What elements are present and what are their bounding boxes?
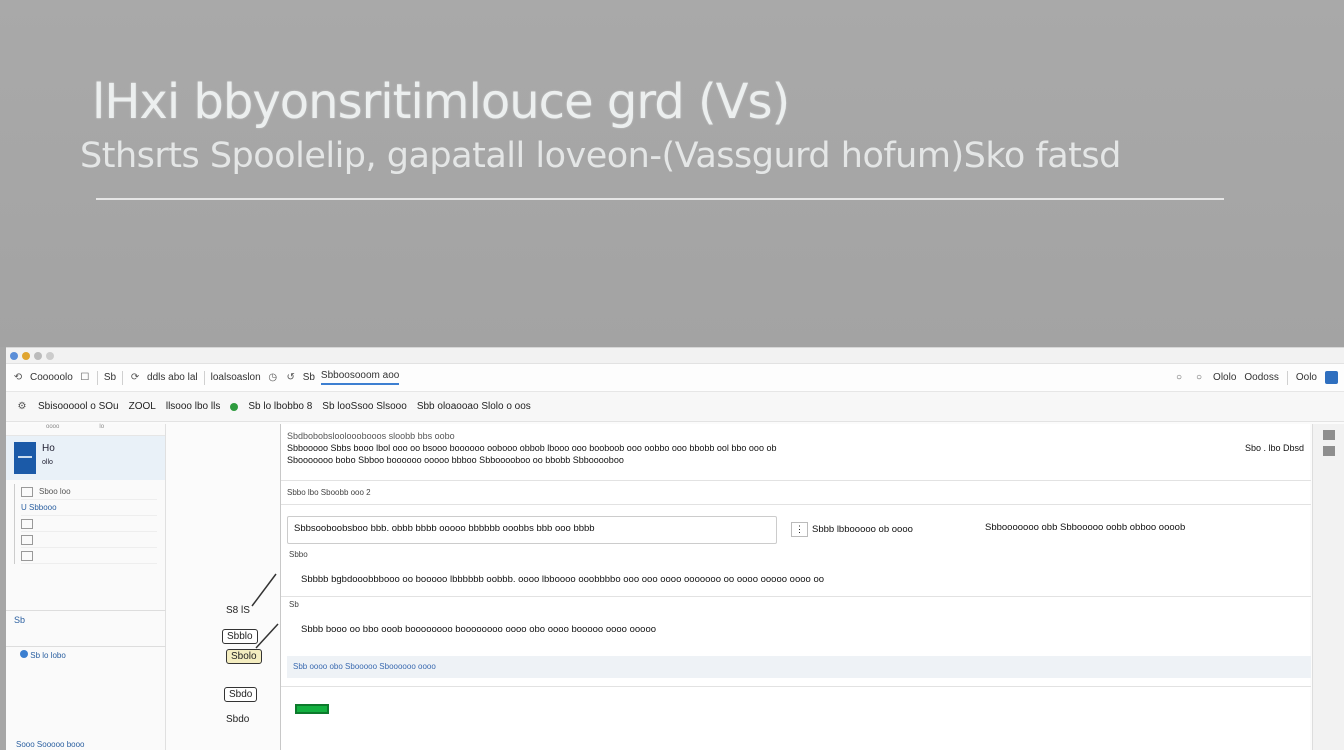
subbar-item-2[interactable]: llsooo lbo lls	[166, 401, 220, 412]
divider	[281, 686, 1311, 687]
back-icon[interactable]: ⟲	[12, 372, 24, 384]
left-row[interactable]	[21, 532, 157, 548]
app-window: ⟲ Cooooolo ☐ Sb ⟳ ddls abo lal loalsoasl…	[6, 347, 1344, 750]
window-icon	[10, 351, 18, 360]
toolbar-separator	[122, 370, 124, 385]
subbar-item-0[interactable]: Sbisoooool o SOu	[38, 401, 119, 412]
scroll-up-icon[interactable]	[1322, 430, 1335, 440]
left-section-label: Sb	[14, 615, 26, 625]
left-section-row[interactable]: Sb lo lobo	[6, 646, 166, 664]
thumbnail-title: Ho	[42, 443, 55, 454]
toolbar-item-4[interactable]: Sb	[303, 372, 315, 383]
subbar-item-3[interactable]: Sb lo lbobbo 8	[248, 401, 312, 412]
toolbar-item-2[interactable]: ddls abo lal	[147, 372, 198, 383]
divider	[281, 480, 1311, 481]
selected-thumbnail-row[interactable]: Ho ollo	[6, 436, 165, 480]
left-tree: Sboo loo U Sbbooo	[14, 484, 157, 564]
connector-tag: S8 lS	[226, 605, 250, 616]
info-strip: Sbb oooo obo Sbooooo Sboooooo oooo	[287, 656, 1311, 678]
left-section: Sb	[6, 610, 166, 644]
hero-title: lHxi bbyonsritimlouce grd (Vs)	[92, 74, 790, 130]
account-icon[interactable]	[1325, 371, 1338, 384]
rule-panel[interactable]: Sbbsooboobsboo bbb. obbb bbbb ooooo bbbb…	[287, 516, 777, 544]
secondary-toolbar: ⚙ Sbisoooool o SOu ZOOL llsooo lbo lls S…	[6, 392, 1344, 422]
header-line-2-right: Sbo . lbo Dbsd	[1244, 443, 1304, 453]
scrollbar[interactable]	[1312, 424, 1344, 750]
left-row[interactable]	[21, 516, 157, 532]
left-footer[interactable]: Sooo Sooooo booo	[16, 740, 85, 749]
folder-icon	[21, 486, 33, 497]
row-label: Sb	[289, 600, 299, 609]
gear-icon[interactable]	[34, 351, 42, 360]
main-header: Sbdbobobsloolooobooos sloobb bbs oobo Sb…	[281, 424, 1310, 468]
left-pane-header: oooo lo	[6, 424, 165, 436]
section-label: Sbbo lbo Sboobb ooo 2	[287, 488, 371, 497]
status-indicator	[295, 704, 329, 714]
toolbar-right-item-1[interactable]: Oodoss	[1244, 372, 1278, 383]
settings-icon[interactable]	[46, 351, 54, 360]
row-label: Sbbo	[289, 550, 308, 559]
left-header-b: lo	[99, 424, 105, 430]
header-line-3: Sbooooooo bobo Sbboo boooooo ooooo bbboo…	[287, 455, 624, 465]
toolbar-item-1[interactable]: Sb	[104, 372, 116, 383]
toolbar-item-3[interactable]: loalsoaslon	[211, 372, 261, 383]
header-line-2: Sbbooooo Sbbs booo lbol ooo oo bsooo boo…	[287, 443, 1304, 453]
left-pane: oooo lo Ho ollo Sboo loo U Sbbooo Sb Sb …	[6, 424, 166, 750]
scroll-down-icon[interactable]	[1322, 446, 1335, 456]
rule-row[interactable]: Sbbbb bgbdooobbbooo oo booooo lbbbbbb oo…	[301, 574, 1331, 585]
header-line-1: Sbdbobobsloolooobooos sloobb bbs oobo	[287, 431, 455, 441]
rule-panel-right: Sbbooooooo obb Sbbooooo oobb obboo oooob	[985, 522, 1186, 533]
hero-subtitle: Sthsrts Spoolelip, gapatall loveon-(Vass…	[80, 136, 1121, 176]
divider	[281, 596, 1311, 597]
rule-tag: ⋮	[791, 522, 808, 537]
connector-node[interactable]: Sbolo	[226, 649, 262, 664]
rule-row[interactable]: Sbbb booo oo bbo ooob boooooooo booooooo…	[301, 624, 1331, 635]
checkbox-icon[interactable]: ☐	[79, 372, 91, 384]
left-header-a: oooo	[46, 424, 60, 430]
status-dot-icon	[230, 402, 239, 411]
gear-icon[interactable]: ⚙	[16, 401, 28, 413]
toolbar-separator	[203, 370, 205, 385]
toolbar-tab-active[interactable]: Sbboosooom aoo	[320, 370, 400, 385]
left-row[interactable]: Sboo loo	[21, 484, 157, 500]
connector-node[interactable]: Sbdo	[224, 687, 258, 702]
left-row[interactable]: U Sbbooo	[21, 500, 157, 516]
main-toolbar: ⟲ Cooooolo ☐ Sb ⟳ ddls abo lal loalsoasl…	[6, 364, 1344, 392]
radio-icon[interactable]	[20, 650, 28, 658]
undo-icon[interactable]: ↺	[285, 372, 297, 384]
subbar-item-1[interactable]: ZOOL	[129, 401, 156, 412]
toolbar-separator	[96, 370, 98, 385]
circle-icon[interactable]: ○	[1193, 372, 1205, 384]
title-bar	[6, 348, 1344, 364]
checkbox-icon[interactable]	[21, 518, 33, 529]
clock-icon[interactable]: ◷	[267, 372, 279, 384]
refresh-icon[interactable]: ⟳	[129, 372, 141, 384]
connector-node[interactable]: Sbblo	[222, 629, 258, 644]
circle-icon[interactable]: ○	[1173, 372, 1185, 384]
connector-column: S8 lS Sbblo Sbolo Sbdo Sbdo	[166, 424, 280, 750]
toolbar-right-item-2[interactable]: Oolo	[1296, 372, 1317, 383]
toolbar-separator	[1286, 370, 1288, 385]
toolbar-item-0[interactable]: Cooooolo	[30, 372, 73, 383]
document-thumbnail[interactable]	[14, 442, 36, 474]
connector-lines	[251, 573, 279, 649]
subbar-item-4[interactable]: Sb looSsoo Slsooo	[322, 401, 407, 412]
subbar-item-5[interactable]: Sbb oloaooao Slolo o oos	[417, 401, 531, 412]
toolbar-right-item-0[interactable]: Ololo	[1213, 372, 1236, 383]
thumbnail-subtitle: ollo	[42, 459, 53, 466]
checkbox-icon[interactable]	[21, 534, 33, 545]
hero-divider	[96, 198, 1224, 200]
left-row[interactable]	[21, 548, 157, 564]
warning-icon[interactable]	[22, 351, 30, 360]
checkbox-icon[interactable]	[21, 550, 33, 561]
divider	[281, 504, 1311, 505]
hero-banner: lHxi bbyonsritimlouce grd (Vs) Sthsrts S…	[0, 0, 1344, 347]
toolbar-right: ○ ○ Ololo Oodoss Oolo	[1173, 370, 1338, 385]
connector-tag: Sbdo	[226, 714, 250, 725]
main-pane: Sbdbobobsloolooobooos sloobb bbs oobo Sb…	[280, 424, 1311, 750]
